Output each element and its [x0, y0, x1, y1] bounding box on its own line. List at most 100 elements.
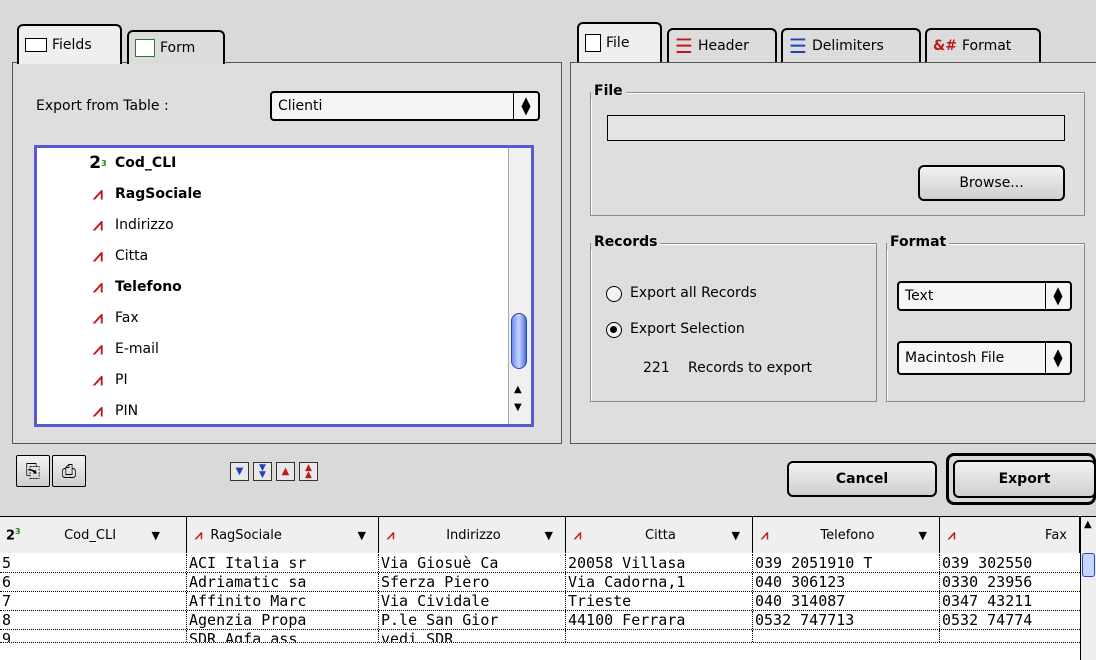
table-cell: 9 — [0, 630, 187, 642]
list-item[interactable]: ⩘ E-mail — [87, 336, 159, 362]
table-row[interactable]: 6 Adriamatic sa Sferza Piero Via Cadorna… — [0, 573, 1080, 592]
cancel-button[interactable]: Cancel — [787, 461, 937, 497]
format-group-title: Format — [887, 234, 950, 250]
column-header[interactable]: ⩘ Citta ▼ — [566, 517, 753, 553]
text-field-icon: ⩘ — [195, 527, 203, 543]
tab-file[interactable]: File — [577, 22, 662, 62]
table-row[interactable]: 9 SDR Agfa ass vedi SDR — [0, 630, 1080, 643]
list-item[interactable]: ⩘ Telefono — [87, 274, 182, 300]
column-header[interactable]: ⩘ Telefono ▼ — [753, 517, 940, 553]
column-header[interactable]: ⩘ Fax — [940, 517, 1080, 553]
fields-list-scrollbar[interactable]: ▲ ▼ — [508, 148, 531, 424]
text-field-icon: ⩘ — [387, 527, 395, 543]
grid-scrollbar[interactable]: ▲ — [1080, 517, 1096, 660]
tab-format[interactable]: &# Format — [925, 28, 1041, 62]
text-field-icon: ⩘ — [574, 527, 582, 543]
table-cell: 040 314087 — [753, 592, 940, 610]
table-cell: 040 306123 — [753, 573, 940, 591]
scrollbar-thumb[interactable] — [1082, 553, 1095, 577]
table-cell: 8 — [0, 611, 187, 629]
popup-arrows-icon: ▲ ▼ — [1045, 343, 1070, 373]
text-field-icon: ⩘ — [948, 527, 956, 543]
field-name: RagSociale — [115, 186, 202, 202]
move-to-bottom-button[interactable]: ▼ ▼ — [253, 462, 272, 481]
format-icon: &# — [933, 38, 957, 54]
table-row[interactable]: 7 Affinito Marc Via Cividale Trieste 040… — [0, 592, 1080, 611]
fields-icon — [25, 38, 47, 52]
table-cell: 0532 747713 — [753, 611, 940, 629]
list-item[interactable]: ⩘ Citta — [87, 243, 148, 269]
save-settings-button[interactable]: ⎙ — [52, 455, 86, 487]
numeric-field-icon: 23 — [6, 526, 21, 544]
column-header-label: Indirizzo — [446, 527, 501, 543]
scrollbar-thumb[interactable] — [511, 313, 527, 369]
field-name: Telefono — [115, 279, 182, 295]
records-count-label: Records to export — [688, 360, 812, 376]
tab-header[interactable]: ☰ Header — [667, 28, 777, 62]
table-cell: 0330 23956 — [942, 573, 1033, 591]
export-selection-label: Export Selection — [630, 321, 745, 337]
export-button[interactable]: Export — [953, 460, 1096, 498]
fields-list[interactable]: 2 3 Cod_CLI ⩘ RagSociale ⩘ Indirizzo ⩘ Citta … — [34, 145, 534, 427]
popup-arrows-icon: ▲ ▼ — [1045, 283, 1070, 309]
field-name: E-mail — [115, 341, 159, 357]
table-row[interactable]: 8 Agenzia Propa P.le San Gior 44100 Ferr… — [0, 611, 1080, 630]
browse-button[interactable]: Browse... — [918, 165, 1065, 201]
save-icon: ⎙ — [61, 460, 77, 482]
format-file-select[interactable]: Macintosh File ▲ ▼ — [897, 341, 1072, 375]
text-field-icon: ⩘ — [93, 370, 103, 390]
text-field-icon: ⩘ — [93, 401, 103, 421]
list-item[interactable]: ⩘ Fax — [87, 305, 139, 331]
column-header[interactable]: ⩘ Indirizzo ▼ — [379, 517, 566, 553]
tab-delimiters[interactable]: ☰ Delimiters — [781, 28, 921, 62]
list-item[interactable]: ⩘ RagSociale — [87, 181, 202, 207]
list-item[interactable]: ⩘ PIN — [87, 398, 138, 424]
table-cell: vedi SDR — [379, 630, 566, 642]
file-path-field[interactable] — [607, 115, 1065, 141]
table-cell: 44100 Ferrara — [566, 611, 753, 629]
text-field-icon: ⩘ — [761, 527, 769, 543]
tab-fields[interactable]: Fields — [17, 24, 122, 64]
column-header-label: Fax — [1045, 527, 1067, 543]
format-file-value: Macintosh File — [905, 350, 1005, 366]
move-down-button[interactable]: ▼ — [230, 462, 249, 481]
move-up-button[interactable]: ▲ — [276, 462, 295, 481]
tab-format-label: Format — [961, 38, 1012, 54]
data-preview-grid[interactable]: 23 Cod_CLI ▼ ⩘ RagSociale ▼ ⩘ Indirizzo ▼ ⩘ Cit… — [0, 516, 1096, 660]
list-item[interactable]: ⩘ Indirizzo — [87, 212, 174, 238]
load-settings-button[interactable]: ⎘ — [16, 455, 50, 487]
scroll-up-arrow-icon[interactable]: ▲ — [514, 384, 522, 395]
tab-delimiters-label: Delimiters — [811, 38, 884, 54]
table-cell: 0532 74774 — [942, 611, 1033, 629]
format-type-value: Text — [905, 288, 934, 304]
scroll-down-arrow-icon[interactable]: ▼ — [514, 402, 522, 413]
table-row[interactable]: 5 ACI Italia sr Via Giosuè Ca 20058 Vill… — [0, 554, 1080, 573]
table-cell: Affinito Marc — [187, 592, 379, 610]
tab-file-label: File — [606, 35, 630, 51]
text-field-icon: ⩘ — [93, 277, 103, 297]
export-all-radio[interactable] — [606, 286, 622, 302]
list-item[interactable]: ⩘ PI — [87, 367, 128, 393]
field-name: Fax — [115, 310, 139, 326]
tab-fields-label: Fields — [52, 37, 92, 53]
double-arrow-up-icon: ▲ ▲ — [305, 462, 312, 480]
header-icon: ☰ — [675, 34, 693, 58]
scroll-up-arrow-icon[interactable]: ▲ — [1084, 519, 1092, 530]
field-name: Indirizzo — [115, 217, 174, 233]
numeric-field-icon: 23 — [89, 153, 107, 173]
table-cell: Agenzia Propa — [187, 611, 379, 629]
column-header-label: RagSociale — [210, 527, 282, 543]
export-selection-radio[interactable] — [606, 322, 622, 338]
column-header-label: Citta — [645, 527, 676, 543]
format-type-select[interactable]: Text ▲ ▼ — [897, 281, 1072, 311]
list-item[interactable]: 2 3 Cod_CLI — [87, 150, 176, 176]
move-to-top-button[interactable]: ▲ ▲ — [299, 462, 318, 481]
tab-header-label: Header — [697, 38, 749, 54]
column-header[interactable]: 23 Cod_CLI ▼ — [0, 517, 187, 553]
export-from-table-select[interactable]: Clienti ▲ ▼ — [270, 91, 540, 121]
field-name: PI — [115, 372, 128, 388]
column-header[interactable]: ⩘ RagSociale ▼ — [187, 517, 379, 553]
table-cell: Adriamatic sa — [187, 573, 379, 591]
tab-form[interactable]: Form — [127, 30, 225, 64]
export-from-table-value: Clienti — [278, 98, 323, 114]
